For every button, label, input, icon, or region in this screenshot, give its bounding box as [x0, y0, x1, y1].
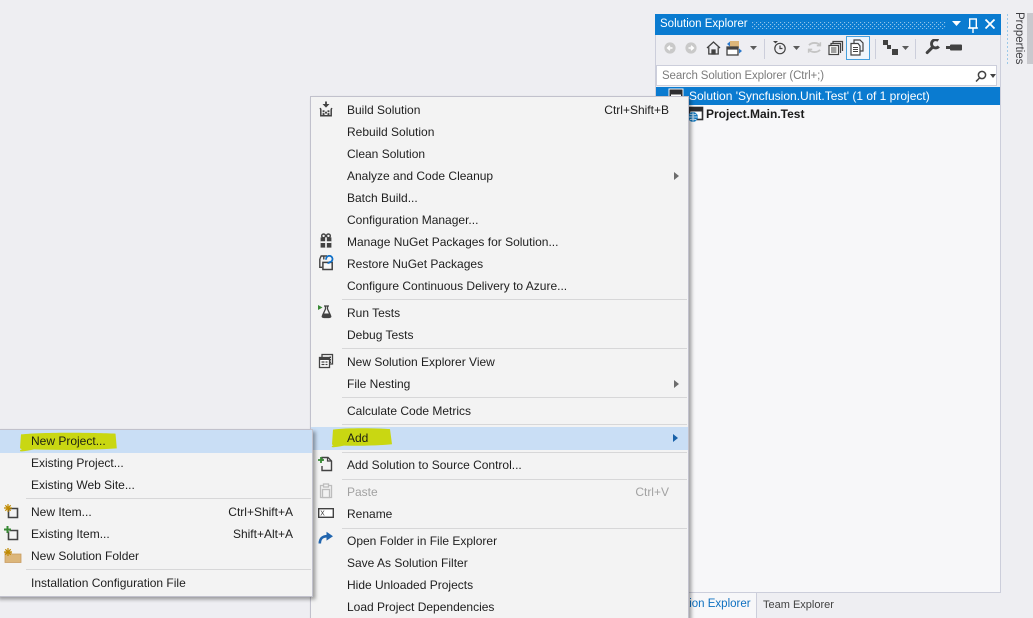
- svg-text:X: X: [320, 511, 325, 519]
